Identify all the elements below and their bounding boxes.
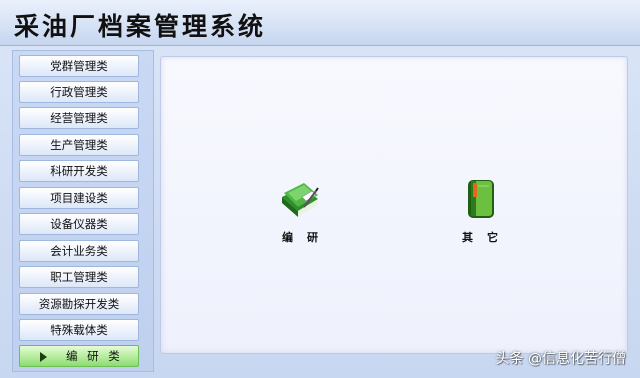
- app-title: 采油厂档案管理系统: [14, 12, 267, 41]
- sidebar-item-special-media[interactable]: 特殊载体类: [19, 319, 139, 341]
- sidebar-item-label: 项目建设类: [50, 191, 108, 205]
- green-book-icon: [468, 180, 494, 218]
- module-label: 其它: [462, 231, 512, 244]
- sidebar-item-production[interactable]: 生产管理类: [19, 134, 139, 156]
- sidebar-item-compilation[interactable]: 编 研 类: [19, 345, 139, 367]
- sidebar-item-label: 生产管理类: [50, 138, 108, 152]
- sidebar-item-label: 党群管理类: [50, 59, 108, 73]
- sidebar-item-label: 科研开发类: [50, 164, 108, 178]
- sidebar-item-label: 资源勘探开发类: [38, 297, 120, 311]
- sidebar-item-label: 经营管理类: [50, 111, 108, 125]
- watermark: 头条 @信息化苦行僧: [495, 351, 626, 367]
- sidebar-item-label: 特殊载体类: [50, 323, 108, 337]
- sidebar-item-administration[interactable]: 行政管理类: [19, 81, 139, 103]
- sidebar-item-business[interactable]: 经营管理类: [19, 107, 139, 129]
- sidebar-item-exploration[interactable]: 资源勘探开发类: [19, 293, 139, 315]
- sidebar-item-staff[interactable]: 职工管理类: [19, 266, 139, 288]
- module-other[interactable]: 其它: [445, 177, 515, 245]
- sidebar-item-label: 编 研 类: [66, 349, 123, 363]
- module-label: 编研: [282, 231, 332, 244]
- sidebar: 党群管理类 行政管理类 经营管理类 生产管理类 科研开发类 项目建设类 设备仪器…: [12, 50, 154, 372]
- sidebar-item-label: 行政管理类: [50, 85, 108, 99]
- sidebar-item-label: 职工管理类: [50, 270, 108, 284]
- sidebar-item-equipment[interactable]: 设备仪器类: [19, 213, 139, 235]
- main-content: 编研 其它: [160, 56, 628, 354]
- sidebar-item-label: 设备仪器类: [50, 217, 108, 231]
- sidebar-item-label: 会计业务类: [50, 244, 108, 258]
- sidebar-item-projects[interactable]: 项目建设类: [19, 187, 139, 209]
- selected-arrow-icon: [40, 352, 47, 362]
- title-bar: 采油厂档案管理系统: [0, 0, 640, 46]
- sidebar-item-research[interactable]: 科研开发类: [19, 160, 139, 182]
- module-compilation[interactable]: 编研: [265, 177, 335, 245]
- book-pen-icon: [282, 183, 319, 217]
- sidebar-item-accounting[interactable]: 会计业务类: [19, 240, 139, 262]
- sidebar-item-party[interactable]: 党群管理类: [19, 55, 139, 77]
